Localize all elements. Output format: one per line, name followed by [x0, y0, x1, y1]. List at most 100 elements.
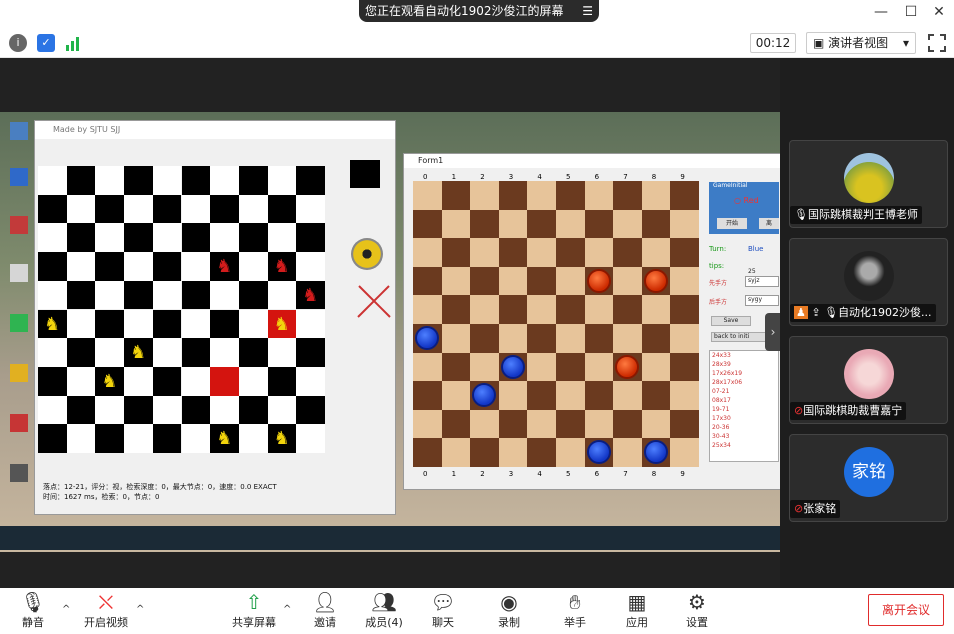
board-square[interactable]: [95, 424, 125, 453]
knight-piece[interactable]: ♞: [274, 428, 290, 449]
board-square[interactable]: [613, 209, 642, 239]
board-square[interactable]: [38, 252, 67, 281]
fullscreen-icon[interactable]: [928, 34, 946, 52]
move-entry[interactable]: 28x39: [712, 360, 778, 369]
board-square[interactable]: [413, 381, 442, 410]
second-hand-field[interactable]: sygy: [745, 295, 779, 306]
board-square[interactable]: [527, 352, 556, 382]
board-square[interactable]: [38, 424, 67, 453]
board-square[interactable]: [152, 280, 182, 310]
board-square[interactable]: [267, 166, 297, 195]
board-square[interactable]: [181, 280, 211, 310]
leave-meeting-button[interactable]: 离开会议: [868, 594, 944, 626]
shield-icon[interactable]: ✓: [37, 34, 55, 52]
board-square[interactable]: [296, 166, 325, 195]
board-square[interactable]: [670, 352, 699, 382]
knight-piece[interactable]: ♞: [101, 371, 117, 392]
board-square[interactable]: [38, 223, 67, 253]
chevron-up-icon[interactable]: ^: [136, 604, 144, 615]
board-square[interactable]: [584, 238, 614, 267]
board-square[interactable]: [124, 194, 153, 224]
board-square[interactable]: [556, 352, 585, 382]
board-square[interactable]: [584, 209, 614, 239]
board-square[interactable]: [613, 238, 642, 267]
board-square[interactable]: [498, 181, 528, 210]
knight-piece[interactable]: ♞: [302, 285, 318, 306]
board-square[interactable]: [613, 181, 642, 210]
board-square[interactable]: [267, 338, 297, 367]
board-square[interactable]: [95, 309, 125, 339]
move-entry[interactable]: 19-71: [712, 405, 778, 414]
board-square[interactable]: [498, 438, 528, 467]
board-square[interactable]: [441, 181, 471, 210]
close-icon[interactable]: ✕: [928, 2, 950, 22]
board-square[interactable]: [470, 324, 499, 353]
board-square[interactable]: [210, 338, 239, 367]
board-square[interactable]: [267, 366, 297, 396]
view-mode-dropdown[interactable]: ▣ 演讲者视图 ▾: [806, 32, 916, 54]
board-square[interactable]: [210, 194, 239, 224]
board-square[interactable]: [124, 252, 153, 281]
move-entry[interactable]: 28x17x06: [712, 378, 778, 387]
board-square[interactable]: [556, 181, 585, 210]
board-square[interactable]: [584, 381, 614, 410]
board-square[interactable]: [238, 223, 268, 253]
board-square[interactable]: [441, 352, 471, 382]
board-square[interactable]: [584, 409, 614, 439]
board-square[interactable]: [38, 280, 67, 310]
board-square[interactable]: [267, 280, 297, 310]
board-square[interactable]: [267, 194, 297, 224]
board-square[interactable]: [670, 381, 699, 410]
board-square[interactable]: [413, 181, 442, 210]
board-square[interactable]: [238, 252, 268, 281]
board-square[interactable]: [470, 266, 499, 296]
board-square[interactable]: [613, 324, 642, 353]
share-screen-button[interactable]: ⇧ 共享屏幕: [226, 590, 282, 630]
board-square[interactable]: [95, 280, 125, 310]
board-square[interactable]: [556, 324, 585, 353]
apps-button[interactable]: ▦ 应用: [609, 590, 665, 630]
board-square[interactable]: [152, 424, 182, 453]
board-square[interactable]: [441, 266, 471, 296]
board-square[interactable]: [238, 424, 268, 453]
board-square[interactable]: [210, 309, 239, 339]
board-square[interactable]: [670, 324, 699, 353]
board-square[interactable]: [498, 238, 528, 267]
board-square[interactable]: [527, 209, 556, 239]
board-square[interactable]: [470, 352, 499, 382]
blue-checker-piece[interactable]: [586, 440, 611, 465]
board-square[interactable]: [124, 280, 153, 310]
board-square[interactable]: [527, 438, 556, 467]
board-square[interactable]: [210, 395, 239, 425]
board-square[interactable]: [670, 238, 699, 267]
board-square[interactable]: [296, 194, 325, 224]
board-square[interactable]: [210, 223, 239, 253]
board-square[interactable]: [66, 166, 96, 195]
board-square[interactable]: [670, 438, 699, 467]
board-square[interactable]: [181, 252, 211, 281]
invite-button[interactable]: 👤︎ 邀请: [297, 590, 353, 630]
move-entry[interactable]: 17x26x19: [712, 369, 778, 378]
board-square[interactable]: [556, 295, 585, 324]
board-square[interactable]: [95, 338, 125, 367]
minimize-icon[interactable]: —: [870, 2, 892, 22]
move-entry[interactable]: 30-43: [712, 432, 778, 441]
left-game-board[interactable]: ♞ ♞ ♞ ♞ ♞ ♞ ♞ ♞ ♞: [38, 166, 325, 453]
board-square[interactable]: [641, 324, 671, 353]
board-square[interactable]: [556, 438, 585, 467]
board-square[interactable]: [584, 352, 614, 382]
board-square[interactable]: [181, 309, 211, 339]
board-square[interactable]: [38, 194, 67, 224]
board-square[interactable]: [670, 266, 699, 296]
board-square[interactable]: [124, 424, 153, 453]
board-square[interactable]: [238, 366, 268, 396]
board-square[interactable]: [413, 209, 442, 239]
board-square[interactable]: [296, 395, 325, 425]
board-square[interactable]: [413, 238, 442, 267]
board-square[interactable]: [556, 238, 585, 267]
board-square[interactable]: [413, 352, 442, 382]
board-square[interactable]: [124, 366, 153, 396]
board-square[interactable]: [296, 424, 325, 453]
board-square[interactable]: [296, 252, 325, 281]
board-square[interactable]: [38, 366, 67, 396]
